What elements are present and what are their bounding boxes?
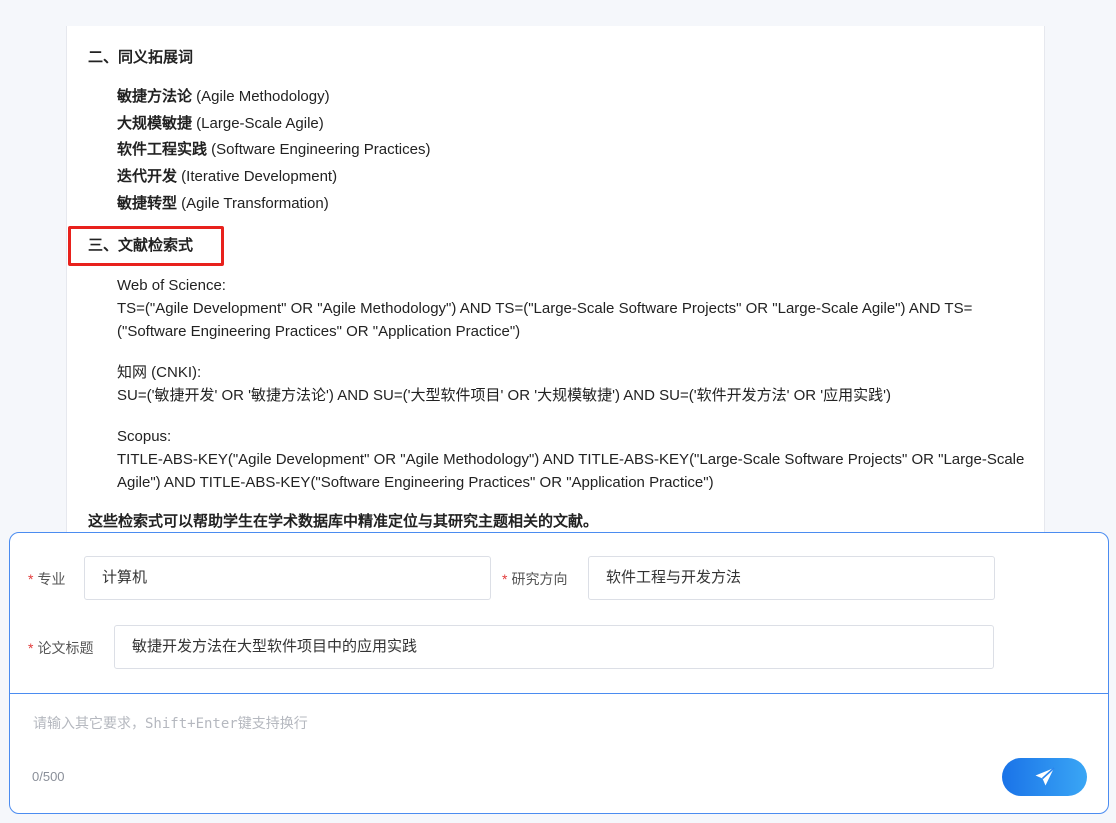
answer-document: 二、同义拓展词 敏捷方法论 (Agile Methodology) 大规模敏捷 …	[66, 26, 1045, 541]
major-input[interactable]: 计算机	[84, 556, 491, 600]
summary-text: 这些检索式可以帮助学生在学术数据库中精准定位与其研究主题相关的文献。	[88, 513, 599, 530]
direction-label: * 研究方向	[502, 571, 568, 587]
cnki-query: SU=('敏捷开发' OR '敏捷方法论') AND SU=('大型软件项目' …	[117, 387, 891, 404]
char-counter: 0/500	[32, 769, 65, 784]
cnki-query-block: 知网 (CNKI): SU=('敏捷开发' OR '敏捷方法论') AND SU…	[117, 361, 1027, 407]
input-panel: * 专业 计算机 * 研究方向 软件工程与开发方法 * 论文标题 敏捷开发方法在大型软…	[9, 532, 1109, 814]
requirements-textarea[interactable]: 请输入其它要求，Shift+Enter键支持换行	[33, 713, 308, 733]
scopus-query: TITLE-ABS-KEY("Agile Development" OR "Ag…	[117, 451, 1025, 491]
wos-label: Web of Science:	[117, 277, 226, 294]
send-button[interactable]	[1002, 758, 1087, 796]
cnki-label: 知网 (CNKI):	[117, 364, 202, 381]
wos-query: TS=("Agile Development" OR "Agile Method…	[117, 300, 973, 340]
required-mark: *	[28, 571, 34, 587]
synonym-item: 大规模敏捷 (Large-Scale Agile)	[117, 114, 324, 132]
paper-title-input[interactable]: 敏捷开发方法在大型软件项目中的应用实践	[114, 625, 994, 669]
synonym-item: 敏捷转型 (Agile Transformation)	[117, 194, 329, 212]
direction-input[interactable]: 软件工程与开发方法	[588, 556, 995, 600]
section-synonyms-title: 二、同义拓展词	[88, 49, 194, 66]
section-search-title: 三、文献检索式	[88, 237, 194, 254]
paper-plane-icon	[1035, 767, 1055, 786]
major-label: * 专业	[28, 571, 66, 587]
title-label: * 论文标题	[28, 640, 94, 656]
required-mark: *	[502, 571, 508, 587]
scopus-label: Scopus:	[117, 428, 172, 445]
paper-info-form: * 专业 计算机 * 研究方向 软件工程与开发方法 * 论文标题 敏捷开发方法在大型软…	[10, 533, 1108, 694]
synonym-list: 敏捷方法论 (Agile Methodology) 大规模敏捷 (Large-S…	[117, 84, 430, 217]
required-mark: *	[28, 640, 34, 656]
scopus-query-block: Scopus: TITLE-ABS-KEY("Agile Development…	[117, 425, 1027, 494]
synonym-item: 迭代开发 (Iterative Development)	[117, 168, 338, 186]
wos-query-block: Web of Science: TS=("Agile Development" …	[117, 274, 1027, 343]
synonym-item: 软件工程实践 (Software Engineering Practices)	[117, 141, 431, 159]
synonym-item: 敏捷方法论 (Agile Methodology)	[117, 88, 330, 105]
